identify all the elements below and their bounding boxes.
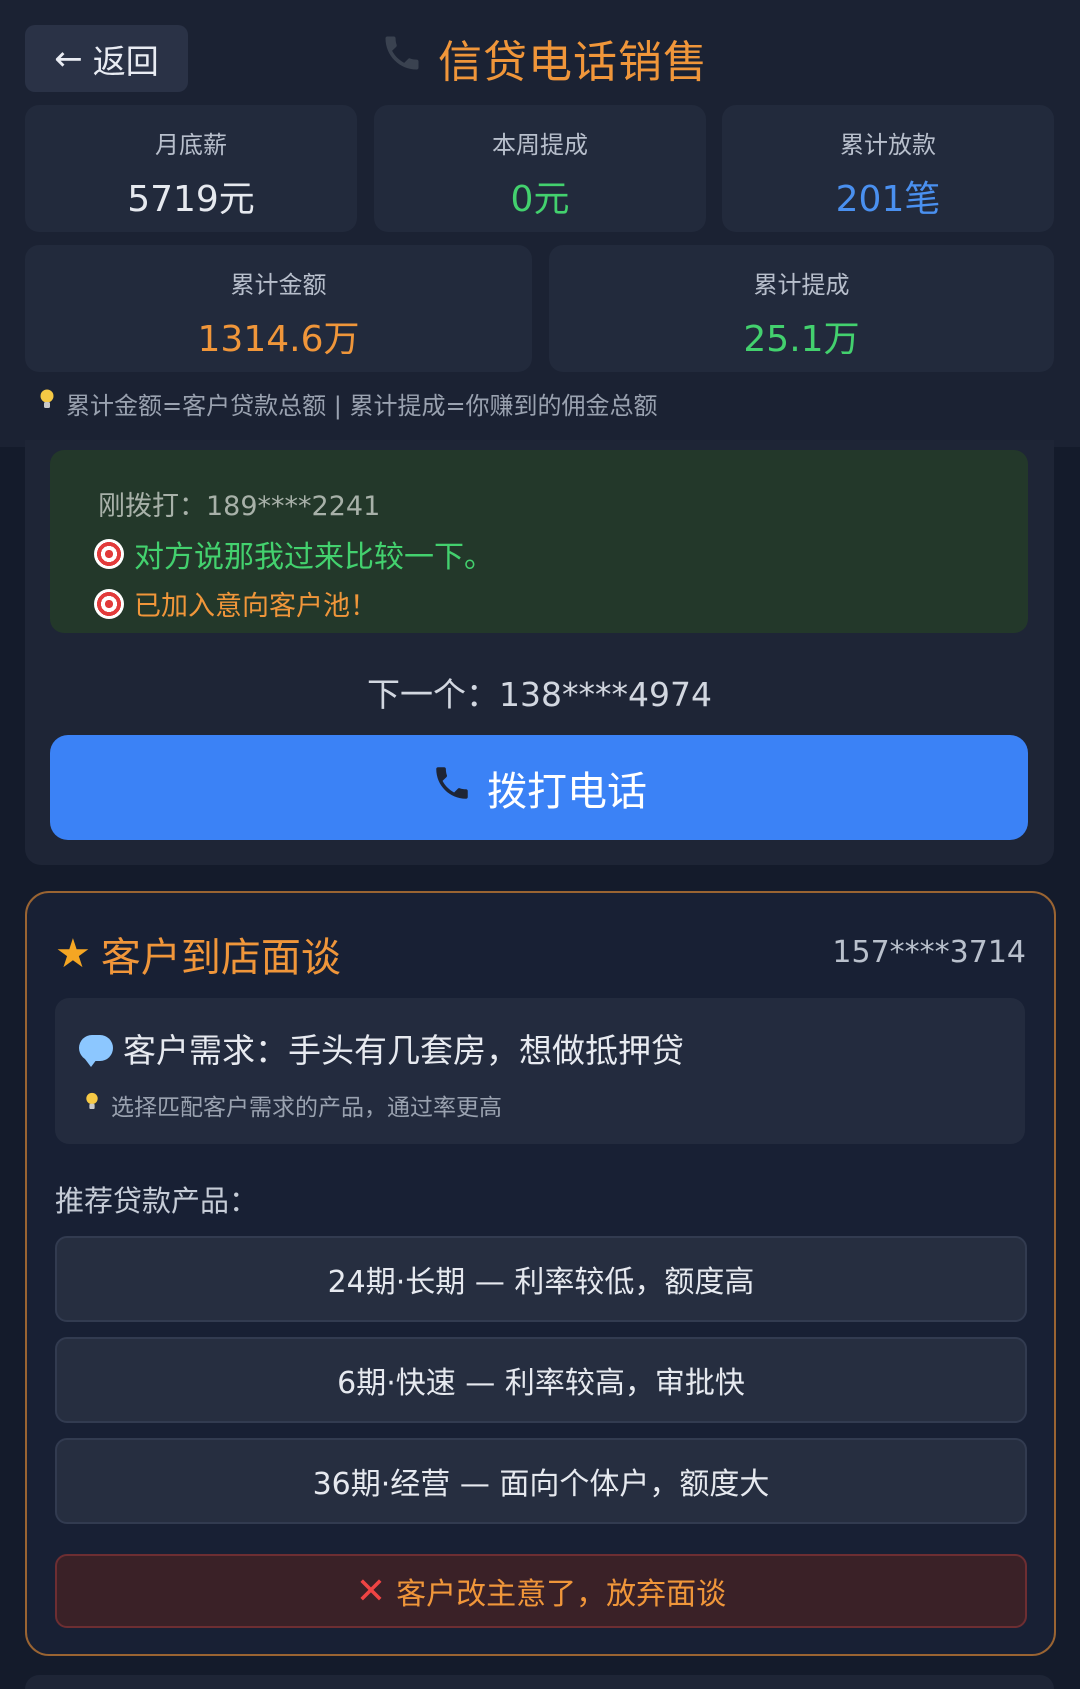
- stat-total-loans: 累计放款 201笔: [722, 105, 1054, 232]
- stat-label: 累计提成: [753, 271, 850, 299]
- need-tip: 选择匹配客户需求的产品，通过率更高: [81, 1088, 502, 1122]
- stat-total-amount: 累计金额 1314.6万: [25, 245, 532, 372]
- interview-card: ★ 客户到店面谈 157****3714 客户需求：手头有几套房，想做抵押贷 选…: [25, 891, 1056, 1656]
- stat-value: 0元: [510, 179, 570, 220]
- page-title: 信贷电话销售: [380, 22, 708, 94]
- recommend-label: 推荐贷款产品：: [55, 1184, 259, 1218]
- last-dialed-text: 刚拨打：189****2241: [98, 491, 381, 522]
- customer-need: 客户需求：手头有几套房，想做抵押贷: [79, 1024, 684, 1072]
- stat-total-commission: 累计提成 25.1万: [549, 245, 1054, 372]
- star-icon: ★: [55, 931, 91, 977]
- interview-title: ★ 客户到店面谈: [55, 925, 341, 983]
- product-option-36[interactable]: 36期·经营 — 面向个体户，额度大: [55, 1438, 1027, 1524]
- title-text: 信贷电话销售: [438, 37, 708, 88]
- need-text: 客户需求：手头有几套房，想做抵押贷: [123, 1031, 684, 1070]
- stat-label: 本周提成: [492, 131, 588, 159]
- stat-value: 201笔: [835, 179, 941, 220]
- abandon-interview-button[interactable]: ✕ 客户改主意了，放弃面谈: [55, 1554, 1027, 1628]
- target-icon: [94, 588, 124, 619]
- tip-text: 选择匹配客户需求的产品，通过率更高: [111, 1095, 502, 1121]
- lightbulb-icon: [36, 389, 58, 417]
- customer-need-box: 客户需求：手头有几套房，想做抵押贷 选择匹配客户需求的产品，通过率更高: [55, 998, 1025, 1144]
- arrow-left-icon: ←: [54, 38, 83, 79]
- call-reply: 对方说那我过来比较一下。: [94, 532, 494, 576]
- stat-weekly-commission: 本周提成 0元: [374, 105, 706, 232]
- stat-value: 25.1万: [743, 319, 860, 360]
- stat-label: 累计金额: [230, 271, 327, 299]
- reply-text: 对方说那我过来比较一下。: [134, 540, 494, 575]
- call-card: 刚拨打：189****2241 对方说那我过来比较一下。 已加入意向客户池！ 下…: [25, 440, 1054, 865]
- stats-hint: 累计金额=客户贷款总额 | 累计提成=你赚到的佣金总额: [36, 385, 658, 421]
- next-number: 下一个：138****4974: [367, 675, 712, 714]
- phone-icon: [431, 762, 473, 814]
- back-label: 返回: [92, 41, 159, 81]
- interview-title-text: 客户到店面谈: [100, 935, 341, 981]
- stat-value: 1314.6万: [197, 319, 360, 360]
- header-area: ← 返回 信贷电话销售 月底薪 5719元 本周提成 0元 累计放款 201笔 …: [0, 0, 1080, 447]
- target-icon: [94, 539, 124, 569]
- product-option-24[interactable]: 24期·长期 — 利率较低，额度高: [55, 1236, 1027, 1322]
- stat-label: 月底薪: [155, 131, 227, 159]
- app-page: ← 返回 信贷电话销售 月底薪 5719元 本周提成 0元 累计放款 201笔 …: [0, 0, 1080, 1689]
- stat-value: 5719元: [127, 179, 255, 220]
- dial-button[interactable]: 拨打电话: [50, 735, 1028, 840]
- close-icon: ✕: [355, 1570, 387, 1612]
- call-result-box: 刚拨打：189****2241 对方说那我过来比较一下。 已加入意向客户池！: [50, 450, 1028, 633]
- customer-phone: 157****3714: [832, 935, 1026, 970]
- product-option-6[interactable]: 6期·快速 — 利率较高，审批快: [55, 1337, 1027, 1423]
- back-button[interactable]: ← 返回: [25, 25, 188, 92]
- call-status: 已加入意向客户池！: [94, 584, 377, 623]
- dial-label: 拨打电话: [487, 768, 647, 815]
- status-text: 已加入意向客户池！: [134, 591, 377, 622]
- lightbulb-icon: [81, 1092, 103, 1118]
- next-card-edge: [25, 1675, 1054, 1689]
- stat-label: 累计放款: [840, 131, 936, 159]
- phone-icon: [380, 31, 424, 86]
- hint-text: 累计金额=客户贷款总额 | 累计提成=你赚到的佣金总额: [66, 391, 658, 420]
- stat-monthly-salary: 月底薪 5719元: [25, 105, 357, 232]
- abandon-label: 客户改主意了，放弃面谈: [396, 1577, 727, 1612]
- speech-bubble-icon: [79, 1035, 113, 1067]
